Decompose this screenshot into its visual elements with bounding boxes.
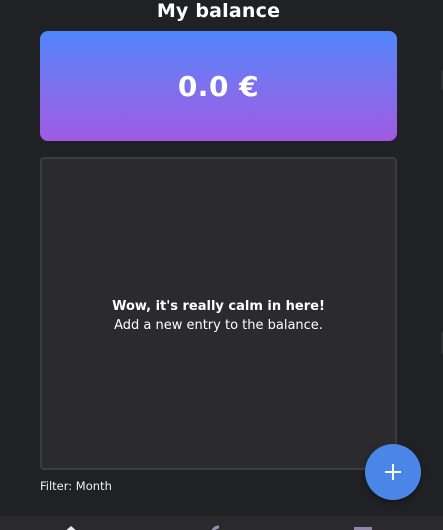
- bottom-navigation: [0, 516, 443, 530]
- app-window: My balance 0.0 € Wow, it's really calm i…: [0, 0, 443, 530]
- nav-item-home[interactable]: [60, 524, 82, 530]
- empty-state-subtitle: Add a new entry to the balance.: [114, 318, 323, 333]
- empty-state: Wow, it's really calm in here! Add a new…: [42, 297, 395, 335]
- balance-value: 0.0 €: [177, 69, 260, 103]
- chart-icon: [211, 525, 220, 530]
- add-entry-button[interactable]: [365, 444, 421, 500]
- filter-label[interactable]: Filter: Month: [40, 479, 112, 493]
- calendar-icon: [354, 527, 372, 530]
- nav-item-chart[interactable]: [208, 524, 230, 530]
- home-icon: [66, 526, 76, 530]
- balance-card: 0.0 €: [40, 31, 397, 141]
- plus-icon: [385, 464, 401, 480]
- empty-state-title: Wow, it's really calm in here!: [112, 299, 325, 314]
- page-title: My balance: [156, 0, 281, 22]
- nav-item-calendar[interactable]: [352, 524, 374, 530]
- entries-panel: Wow, it's really calm in here! Add a new…: [40, 157, 397, 470]
